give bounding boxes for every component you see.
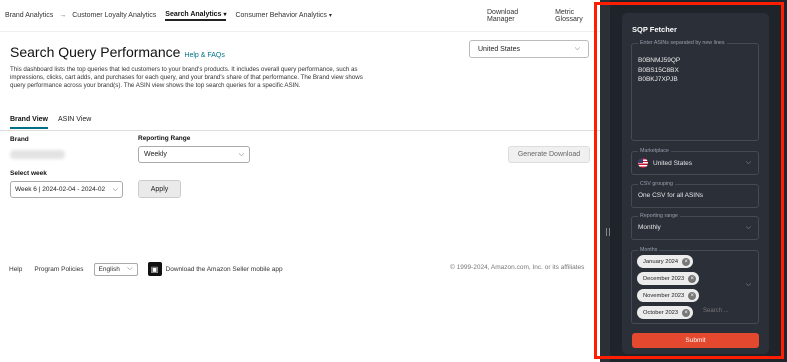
view-tabs: Brand View ASIN View bbox=[10, 116, 91, 129]
chip-remove-icon[interactable]: × bbox=[688, 274, 697, 283]
reporting-range-value: Weekly bbox=[144, 151, 167, 158]
sqp-fetcher-panel: SQP Fetcher Enter ASINs separated by new… bbox=[622, 13, 769, 354]
metric-glossary-link[interactable]: Metric Glossary bbox=[555, 9, 600, 23]
chevron-down-icon: ▾ bbox=[328, 13, 332, 19]
nav-search-analytics[interactable]: Search Analytics ▾ bbox=[165, 10, 227, 21]
asins-textarea[interactable]: Enter ASINs separated by new lines B0BNM… bbox=[631, 40, 759, 141]
marketplace-label: Marketplace bbox=[638, 148, 671, 154]
chip-remove-icon[interactable]: × bbox=[682, 308, 691, 317]
nav-customer-loyalty-analytics[interactable]: Customer Loyalty Analytics bbox=[72, 12, 156, 19]
brand-value-blurred[interactable] bbox=[10, 150, 65, 159]
tab-brand-view[interactable]: Brand View bbox=[10, 116, 48, 129]
month-chip-label: October 2023 bbox=[643, 309, 679, 316]
month-chip: January 2024 × bbox=[637, 255, 694, 268]
asin-line: B0BNMJ59QP bbox=[638, 57, 681, 64]
nav-label: Customer Loyalty Analytics bbox=[72, 12, 157, 19]
reporting-range-field[interactable]: Reporting range Monthly ⌵ bbox=[631, 213, 759, 240]
chevron-down-icon: ⌵ bbox=[238, 150, 244, 158]
reporting-range-field-value: Monthly bbox=[638, 224, 661, 231]
nav-label: Brand Analytics bbox=[5, 12, 54, 19]
marketplace-value-wrap: United States bbox=[638, 158, 692, 168]
marketplace-value: United States bbox=[653, 159, 693, 167]
screen: Brand Analytics → Customer Loyalty Analy… bbox=[0, 0, 787, 362]
month-chip-label: November 2023 bbox=[643, 292, 685, 299]
brand-label: Brand bbox=[10, 136, 29, 143]
month-chip: December 2023 × bbox=[637, 272, 700, 285]
download-manager-link[interactable]: Download Manager bbox=[487, 9, 543, 23]
months-search-input[interactable]: Search ... bbox=[703, 308, 729, 314]
chevron-down-icon: ⌵ bbox=[112, 185, 118, 193]
asins-label: Enter ASINs separated by new lines bbox=[638, 40, 727, 46]
footer: Help Program Policies English ⌵ ▣ Downlo… bbox=[9, 262, 283, 276]
generate-download-button[interactable]: Generate Download bbox=[508, 146, 590, 163]
copyright: © 1999-2024, Amazon.com, Inc. or its aff… bbox=[450, 264, 585, 271]
page-title-text: Search Query Performance bbox=[10, 44, 181, 60]
language-value: English bbox=[98, 265, 120, 273]
page-description: This dashboard lists the top queries tha… bbox=[10, 66, 363, 90]
country-select-value: United States bbox=[478, 45, 521, 53]
nav-label: Consumer Behavior Analytics bbox=[235, 12, 327, 19]
page-title: Search Query Performance Help & FAQs bbox=[10, 44, 225, 60]
nav-brand-analytics[interactable]: Brand Analytics bbox=[5, 12, 53, 19]
help-faq-link[interactable]: Help & FAQs bbox=[184, 52, 224, 59]
us-flag-icon bbox=[638, 158, 648, 168]
marketplace-select[interactable]: Marketplace United States ⌵ bbox=[631, 148, 759, 175]
chevron-down-icon: ⌵ bbox=[745, 224, 751, 231]
panel-title: SQP Fetcher bbox=[632, 25, 677, 34]
language-select[interactable]: English ⌵ bbox=[93, 262, 138, 276]
help-link[interactable]: Help bbox=[9, 266, 22, 273]
select-week-label: Select week bbox=[10, 170, 47, 177]
chip-remove-icon[interactable]: × bbox=[688, 291, 697, 300]
nav-label: Search Analytics bbox=[165, 10, 222, 18]
country-select[interactable]: United States ⌵ bbox=[469, 40, 589, 58]
month-chip: October 2023 × bbox=[637, 306, 694, 319]
tab-asin-view[interactable]: ASIN View bbox=[58, 116, 91, 129]
submit-button[interactable]: Submit bbox=[632, 333, 759, 348]
months-multiselect[interactable]: Months January 2024 × December 2023 × Nove… bbox=[631, 247, 759, 324]
program-policies-link[interactable]: Program Policies bbox=[34, 266, 83, 273]
reporting-range-field-label: Reporting range bbox=[638, 213, 680, 219]
tabs-divider bbox=[0, 130, 600, 131]
top-navigation: Brand Analytics → Customer Loyalty Analy… bbox=[0, 0, 600, 32]
chevron-down-icon: ⌵ bbox=[127, 265, 133, 272]
chip-remove-icon[interactable]: × bbox=[682, 257, 691, 266]
apply-button[interactable]: Apply bbox=[138, 180, 181, 198]
asin-line: B0BKJ7XPJB bbox=[638, 76, 678, 83]
amazon-app-icon: ▣ bbox=[147, 262, 162, 276]
asin-line: B0BS15C8BX bbox=[638, 66, 679, 74]
asins-list: B0BNMJ59QP B0BS15C8BX B0BKJ7XPJB bbox=[638, 56, 680, 85]
month-chip: November 2023 × bbox=[637, 289, 700, 302]
month-chip-label: December 2023 bbox=[643, 275, 685, 282]
week-value: Week 6 | 2024-02-04 - 2024-02 bbox=[15, 186, 106, 193]
reporting-range-select[interactable]: Weekly ⌵ bbox=[138, 146, 250, 163]
month-chip-label: January 2024 bbox=[643, 258, 679, 265]
week-select[interactable]: Week 6 | 2024-02-04 - 2024-02 ⌵ bbox=[10, 181, 123, 198]
chevron-down-icon: ⌵ bbox=[574, 45, 580, 52]
chevron-down-icon: ⌵ bbox=[745, 281, 751, 288]
reporting-range-label: Reporting Range bbox=[138, 135, 191, 142]
csv-grouping-value: One CSV for all ASINs bbox=[638, 192, 704, 199]
mobile-app-link[interactable]: Download the Amazon Seller mobile app bbox=[166, 266, 283, 273]
chevron-down-icon: ▾ bbox=[223, 11, 227, 18]
csv-grouping-label: CSV grouping bbox=[638, 181, 675, 187]
chevron-down-icon: ⌵ bbox=[745, 159, 751, 166]
arrow-separator-icon: → bbox=[59, 12, 67, 19]
csv-grouping-select[interactable]: CSV grouping One CSV for all ASINs bbox=[631, 181, 759, 208]
nav-consumer-behavior-analytics[interactable]: Consumer Behavior Analytics ▾ bbox=[235, 12, 331, 19]
months-label: Months bbox=[638, 247, 660, 253]
seller-central-page: Brand Analytics → Customer Loyalty Analy… bbox=[0, 0, 600, 362]
